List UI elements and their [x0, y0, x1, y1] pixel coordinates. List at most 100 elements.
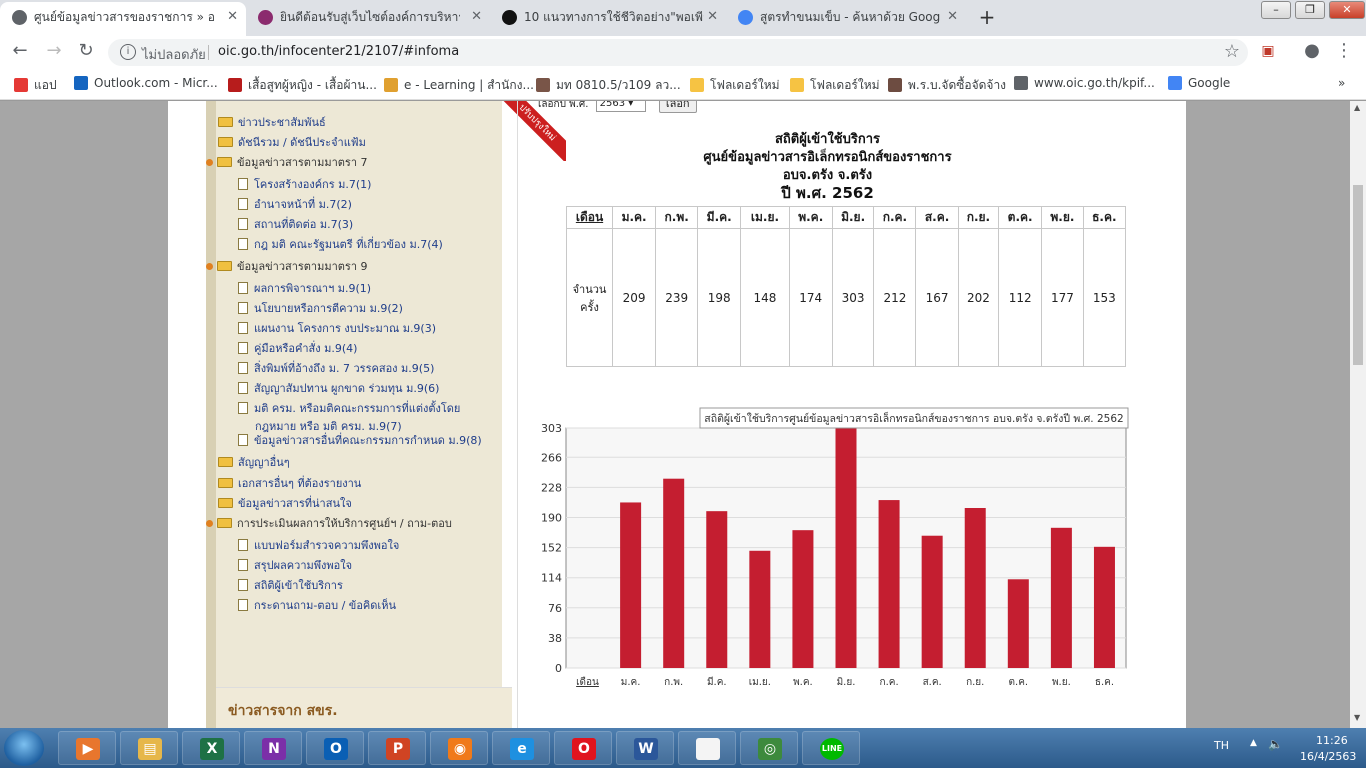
select-year-button[interactable]: เลือก [658, 101, 697, 113]
bookmark-star-icon[interactable]: ☆ [1224, 41, 1240, 62]
taskbar-app-blank-document[interactable] [678, 731, 736, 765]
year-select[interactable]: 2563 ▾ [595, 101, 646, 112]
bookmark-item[interactable]: www.oic.go.th/kpif... [1014, 76, 1155, 90]
taskbar-app-firefox[interactable]: ◉ [430, 731, 488, 765]
sidebar-item[interactable]: มติ ครม. หรือมติคณะกรรมการที่แต่งตั้งโดย… [238, 399, 460, 435]
bookmark-item[interactable]: เสื้อสูทผู้หญิง - เสื้อผ้าน... [228, 76, 377, 95]
bookmark-item[interactable]: Outlook.com - Micr... [74, 76, 218, 90]
sidebar-item[interactable]: แผนงาน โครงการ งบประมาณ ม.9(3) [238, 319, 436, 337]
volume-icon[interactable]: 🔈 [1268, 737, 1283, 751]
show-hidden-icons[interactable]: ▲ [1250, 738, 1257, 748]
address-bar[interactable]: i ไม่ปลอดภัย oic.go.th/infocenter21/2107… [108, 39, 1248, 66]
tab-favicon-icon [502, 10, 517, 25]
main-content: เลือกปี พ.ศ. 2563 ▾ เลือก สถิติผู้เข้าใช… [517, 101, 1136, 728]
start-button[interactable] [4, 730, 44, 766]
sidebar-item[interactable]: คู่มือหรือคำสั่ง ม.9(4) [238, 339, 357, 357]
info-icon[interactable]: i [120, 44, 136, 60]
sidebar-item[interactable]: ข่าวประชาสัมพันธ์ [218, 113, 326, 131]
clock-time[interactable]: 11:26 [1316, 734, 1348, 747]
close-tab-icon[interactable]: ✕ [707, 2, 718, 32]
sidebar-item[interactable]: สถิติผู้เข้าใช้บริการ [238, 576, 343, 594]
sidebar-item[interactable]: ดัชนีรวม / ดัชนีประจำแฟ้ม [218, 133, 366, 151]
bookmark-item[interactable]: Google [1168, 76, 1230, 90]
clock-date[interactable]: 16/4/2563 [1300, 750, 1356, 763]
table-header-cell: พ.ค. [788, 206, 833, 229]
sidebar-item[interactable]: สถานที่ติดต่อ ม.7(3) [238, 215, 353, 233]
scrollbar-thumb[interactable] [1353, 185, 1363, 365]
sidebar-item[interactable]: ข้อมูลข่าวสารตามมาตรา 9 [206, 257, 368, 275]
document-icon [238, 178, 248, 190]
sidebar-item[interactable]: กระดานถาม-ตอบ / ข้อคิดเห็น [238, 596, 396, 614]
browser-tab-3[interactable]: 10 แนวทางการใช้ชีวิตอย่าง"พอเพียง" ✕ [490, 2, 726, 36]
sidebar-item[interactable]: สิ่งพิมพ์ที่อ้างถึง ม. 7 วรรคสอง ม.9(5) [238, 359, 434, 377]
close-window-button[interactable]: ✕ [1329, 1, 1365, 19]
bullet-icon [206, 159, 213, 166]
new-tab-button[interactable]: + [974, 5, 1000, 31]
taskbar-app-line[interactable]: LINE [802, 731, 860, 765]
y-tick-label: 0 [555, 662, 562, 675]
browser-tab-4[interactable]: สูตรทำขนมเข็บ - ค้นหาด้วย Google ✕ [726, 2, 966, 36]
sidebar-item[interactable]: การประเมินผลการให้บริการศูนย์ฯ / ถาม-ตอบ [206, 514, 452, 532]
taskbar-app-powerpoint[interactable]: P [368, 731, 426, 765]
taskbar-app-opera[interactable]: O [554, 731, 612, 765]
bookmark-item[interactable]: โฟลเดอร์ใหม่ [790, 76, 880, 95]
sidebar-item[interactable]: ข้อมูลข่าวสารที่น่าสนใจ [218, 494, 352, 512]
taskbar-app-onenote[interactable]: N [244, 731, 302, 765]
extension-icon[interactable]: ▣ [1256, 40, 1280, 64]
sidebar-item-label: แผนงาน โครงการ งบประมาณ ม.9(3) [254, 322, 437, 335]
more-bookmarks-icon[interactable]: » [1338, 76, 1345, 90]
bookmark-item[interactable]: e - Learning | สำนักง... [384, 76, 534, 95]
sidebar-item[interactable]: สรุปผลความพึงพอใจ [238, 556, 352, 574]
table-cell: 198 [697, 228, 742, 367]
bookmark-item[interactable]: โฟลเดอร์ใหม่ [690, 76, 780, 95]
sidebar-item[interactable]: ข้อมูลข่าวสารตามมาตรา 7 [206, 153, 368, 171]
sidebar-item[interactable]: ข้อมูลข่าวสารอื่นที่คณะกรรมการกำหนด ม.9(… [238, 431, 482, 449]
sidebar-item[interactable]: อำนาจหน้าที่ ม.7(2) [238, 195, 352, 213]
taskbar-app-word[interactable]: W [616, 731, 674, 765]
sidebar-item-label: แบบฟอร์มสำรวจความพึงพอใจ [254, 539, 400, 552]
bookmark-item[interactable]: มท 0810.5/ว109 ลว... [536, 76, 681, 95]
sidebar-item-label: ข้อมูลข่าวสารที่น่าสนใจ [238, 497, 352, 510]
language-indicator[interactable]: TH [1214, 739, 1229, 752]
browser-tab-1[interactable]: ศูนย์ข้อมูลข่าวสารของราชการ » อบจ.ต ✕ [0, 2, 246, 36]
scroll-up-icon[interactable]: ▲ [1354, 103, 1360, 112]
sidebar-item-label: กฎ มติ คณะรัฐมนตรี ที่เกี่ยวข้อง ม.7(4) [254, 238, 443, 251]
close-tab-icon[interactable]: ✕ [227, 2, 238, 32]
reload-icon[interactable]: ↻ [74, 40, 98, 64]
sidebar-item[interactable]: สัญญาสัมปทาน ผูกขาด ร่วมทุน ม.9(6) [238, 379, 439, 397]
year-select-row: เลือกปี พ.ศ. 2563 ▾ เลือก [538, 101, 697, 113]
page-scrollbar[interactable]: ▲ ▼ [1350, 101, 1366, 728]
bookmark-item[interactable]: พ.ร.บ.จัดซื้อจัดจ้าง [888, 76, 1006, 95]
back-icon[interactable]: ← [8, 40, 32, 64]
close-tab-icon[interactable]: ✕ [947, 2, 958, 32]
document-icon [238, 402, 248, 414]
sidebar-item[interactable]: สัญญาอื่นๆ [218, 453, 290, 471]
url-text[interactable]: oic.go.th/infocenter21/2107/#infoma [218, 44, 459, 59]
table-header-cell: มี.ค. [697, 206, 742, 229]
browser-tab-2[interactable]: ยินดีต้อนรับสู่เว็บไซต์องค์การบริหารส่วน… [246, 2, 490, 36]
chart-bar [964, 508, 986, 668]
menu-icon[interactable]: ⋮ [1332, 40, 1356, 64]
onenote-icon: N [262, 738, 286, 760]
sidebar-item[interactable]: เอกสารอื่นๆ ที่ต้องรายงาน [218, 474, 361, 492]
maximize-button[interactable]: ❐ [1295, 1, 1325, 19]
taskbar-app-internet-explorer[interactable]: e [492, 731, 550, 765]
bookmark-item[interactable]: แอป [14, 76, 57, 95]
sidebar-item[interactable]: นโยบายหรือการตีความ ม.9(2) [238, 299, 403, 317]
tab-favicon-icon [12, 10, 27, 25]
sidebar-item[interactable]: แบบฟอร์มสำรวจความพึงพอใจ [238, 536, 399, 554]
taskbar-app-chrome[interactable]: ◎ [740, 731, 798, 765]
forward-icon[interactable]: → [42, 40, 66, 64]
sidebar-item[interactable]: ผลการพิจารณาฯ ม.9(1) [238, 279, 371, 297]
minimize-button[interactable]: – [1261, 1, 1291, 19]
scroll-down-icon[interactable]: ▼ [1354, 713, 1360, 722]
profile-icon[interactable]: ● [1300, 40, 1324, 64]
taskbar-app-media-player[interactable]: ▶ [58, 731, 116, 765]
taskbar-app-file-explorer[interactable]: ▤ [120, 731, 178, 765]
taskbar-app-outlook[interactable]: O [306, 731, 364, 765]
sidebar-item[interactable]: กฎ มติ คณะรัฐมนตรี ที่เกี่ยวข้อง ม.7(4) [238, 235, 443, 253]
file-explorer-icon: ▤ [138, 738, 162, 760]
close-tab-icon[interactable]: ✕ [471, 2, 482, 32]
sidebar-item[interactable]: โครงสร้างองค์กร ม.7(1) [238, 175, 371, 193]
taskbar-app-excel[interactable]: X [182, 731, 240, 765]
